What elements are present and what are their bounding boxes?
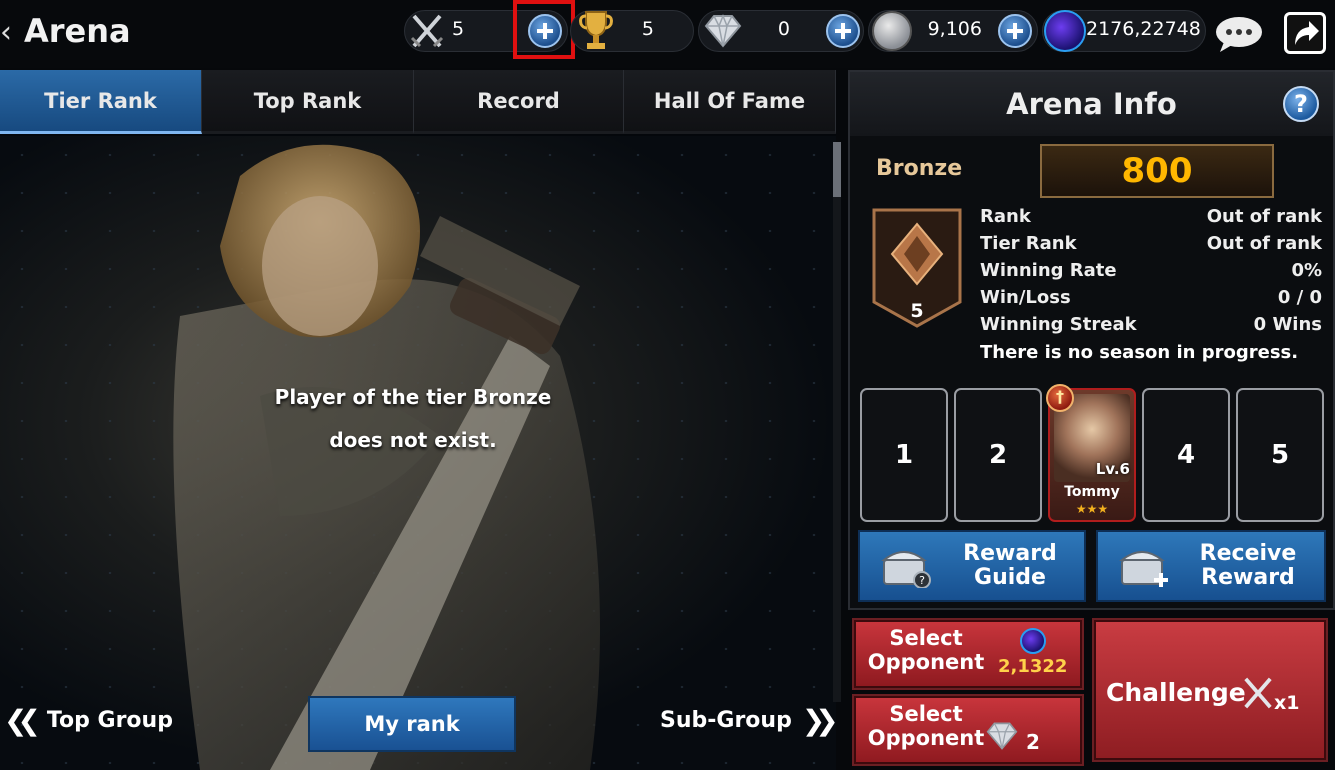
- stat-row-win-loss: Win/Loss 0 / 0: [980, 284, 1322, 311]
- ranking-list-area: Player of the tier Bronze does not exist…: [0, 136, 836, 770]
- empty-rank-line1: Player of the tier Bronze: [274, 385, 552, 409]
- receive-reward-button[interactable]: Receive Reward: [1096, 530, 1326, 602]
- tier-name: Bronze: [876, 156, 963, 181]
- team-slot-2[interactable]: 2: [954, 388, 1042, 522]
- tab-tier-rank[interactable]: Tier Rank: [0, 70, 202, 134]
- stat-label: Winning Rate: [980, 260, 1117, 281]
- page-title: Arena: [24, 12, 131, 50]
- top-bar: ‹ Arena 5 5 0 9,106 2176,22748: [0, 0, 1335, 68]
- arena-stats: Rank Out of rank Tier Rank Out of rank Win…: [980, 203, 1322, 338]
- ranking-scrollbar[interactable]: [833, 142, 841, 702]
- stat-value: 0 / 0: [1277, 287, 1322, 308]
- challenge-cost: x1: [1274, 692, 1300, 714]
- empty-rank-line2: does not exist.: [329, 428, 497, 452]
- select-opponent-orb-button[interactable]: Select Opponent 2,1322: [854, 620, 1082, 688]
- reward-chest-question-icon: ?: [881, 551, 931, 588]
- ranking-panel: Tier Rank Top Rank Record Hall Of Fame P…: [0, 70, 836, 770]
- tab-top-rank[interactable]: Top Rank: [202, 70, 414, 134]
- stat-row-winning-streak: Winning Streak 0 Wins: [980, 311, 1322, 338]
- trophies-value: 5: [641, 18, 654, 40]
- diamond-icon: [704, 13, 742, 48]
- ranking-tabs: Tier Rank Top Rank Record Hall Of Fame: [0, 70, 836, 134]
- empty-rank-message: Player of the tier Bronze does not exist…: [230, 376, 596, 462]
- stat-row-winning-rate: Winning Rate 0%: [980, 257, 1322, 284]
- arena-info-panel: Arena Info ? Bronze 800 5 Rank Out of ran…: [848, 70, 1335, 610]
- crossed-swords-icon: [410, 14, 444, 48]
- stat-row-rank: Rank Out of rank: [980, 203, 1322, 230]
- help-icon[interactable]: ?: [1283, 86, 1319, 122]
- tier-score: 800: [1040, 144, 1274, 198]
- diamond-cost-value: 2: [1026, 730, 1040, 754]
- team-slot-4[interactable]: 4: [1142, 388, 1230, 522]
- add-gold-button[interactable]: [998, 14, 1032, 48]
- team-slot-1[interactable]: 1: [860, 388, 948, 522]
- challenge-label: Challenge: [1106, 678, 1246, 707]
- hero-name: Tommy: [1064, 484, 1120, 500]
- ranking-scroll-thumb[interactable]: [833, 142, 841, 197]
- chat-icon[interactable]: [1214, 14, 1264, 54]
- hero-class-icon: †: [1046, 384, 1074, 412]
- diamond-cost-icon: [986, 722, 1018, 750]
- double-chevron-left-icon: ❮❮: [4, 704, 41, 737]
- sub-group-label: Sub-Group: [660, 708, 792, 733]
- svg-text:?: ?: [919, 574, 925, 587]
- stat-label: Win/Loss: [980, 287, 1071, 308]
- top-group-button[interactable]: ❮❮ Top Group: [4, 704, 173, 737]
- crossed-swords-cost-icon: [1244, 677, 1272, 709]
- team-slot-3-hero[interactable]: † Lv.6 Tommy ★★★: [1046, 384, 1136, 522]
- reward-chest-plus-icon: [1119, 551, 1168, 587]
- stat-value: 0 Wins: [1253, 314, 1322, 335]
- arena-info-header: Arena Info ?: [850, 72, 1333, 136]
- gold-value: 9,106: [927, 18, 982, 40]
- back-arrow-icon[interactable]: ‹: [0, 18, 12, 48]
- stat-row-tier-rank: Tier Rank Out of rank: [980, 230, 1322, 257]
- team-slots: 1 2 † Lv.6 Tommy ★★★ 4 5: [860, 384, 1328, 524]
- highlight-box: [513, 0, 575, 59]
- hero-star-rating: ★★★: [1075, 502, 1109, 516]
- orbs-value: 2176,22748: [1086, 18, 1201, 40]
- exit-icon[interactable]: [1284, 12, 1326, 54]
- season-status: There is no season in progress.: [980, 342, 1299, 363]
- sub-group-button[interactable]: Sub-Group ❯❯: [660, 704, 839, 737]
- challenge-button[interactable]: Challenge x1: [1094, 620, 1326, 760]
- stat-value: 0%: [1291, 260, 1322, 281]
- orb-cost-icon: [1020, 628, 1046, 654]
- tab-record[interactable]: Record: [414, 70, 624, 134]
- select-opponent-label: Select Opponent: [867, 702, 985, 750]
- stat-label: Tier Rank: [980, 233, 1077, 254]
- trophy-icon: [579, 11, 613, 49]
- hero-level: Lv.6: [1095, 460, 1130, 478]
- top-group-label: Top Group: [46, 708, 173, 733]
- my-rank-button[interactable]: My rank: [308, 696, 516, 752]
- tickets-value: 5: [452, 18, 465, 40]
- diamonds-value: 0: [777, 18, 790, 40]
- select-opponent-label: Select Opponent: [867, 626, 985, 674]
- team-slot-5[interactable]: 5: [1236, 388, 1324, 522]
- stat-value: Out of rank: [1206, 233, 1322, 254]
- receive-reward-label: Receive Reward: [1199, 541, 1297, 590]
- gold-coin-icon: [872, 11, 912, 51]
- stat-label: Winning Streak: [980, 314, 1137, 335]
- stat-label: Rank: [980, 206, 1031, 227]
- double-chevron-right-icon: ❯❯: [801, 704, 839, 737]
- tab-hall-of-fame[interactable]: Hall Of Fame: [624, 70, 836, 134]
- orb-cost-value: 2,1322: [998, 656, 1068, 677]
- stat-value: Out of rank: [1206, 206, 1322, 227]
- add-diamonds-button[interactable]: [826, 14, 860, 48]
- orb-icon: [1044, 10, 1086, 52]
- reward-guide-button[interactable]: ? Reward Guide: [858, 530, 1086, 602]
- arena-info-title: Arena Info: [1006, 87, 1177, 121]
- reward-guide-label: Reward Guide: [963, 541, 1057, 590]
- select-opponent-diamond-button[interactable]: Select Opponent 2: [854, 696, 1082, 764]
- tier-badge-level: 5: [910, 300, 924, 322]
